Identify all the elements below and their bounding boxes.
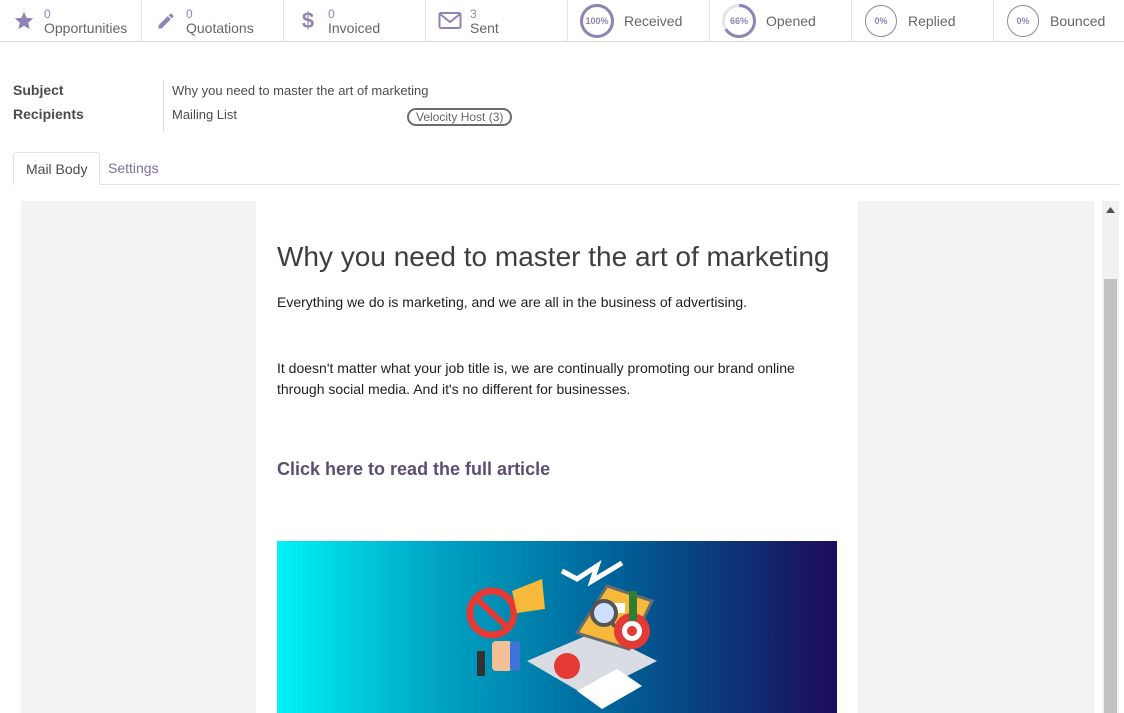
stat-buttons-bar: 0 Opportunities 0 Quotations $ 0 Invoice…	[0, 0, 1124, 42]
stat-opportunities[interactable]: 0 Opportunities	[0, 0, 142, 41]
subject-label: Subject	[13, 82, 64, 98]
mail-heading[interactable]: Why you need to master the art of market…	[277, 241, 829, 273]
replied-gauge: 0%	[864, 4, 898, 38]
subject-value: Why you need to master the art of market…	[172, 83, 429, 98]
stat-received[interactable]: 100% Received	[568, 0, 710, 41]
form-tabs: Mail Body Settings	[13, 152, 1119, 185]
mail-body-editor[interactable]: Why you need to master the art of market…	[21, 201, 1094, 713]
received-gauge: 100%	[580, 3, 614, 38]
opened-gauge: 66%	[722, 3, 756, 38]
gauge-label: Bounced	[1050, 12, 1106, 29]
tab-mail-body[interactable]: Mail Body	[13, 152, 101, 185]
stat-label: Quotations	[186, 19, 254, 36]
stat-sent[interactable]: 3 Sent	[426, 0, 568, 41]
marketing-illustration-icon	[466, 560, 657, 709]
stat-value: 0	[186, 6, 193, 21]
stat-invoiced[interactable]: $ 0 Invoiced	[284, 0, 426, 41]
stat-value: 3	[470, 6, 477, 21]
recipients-label: Recipients	[13, 106, 84, 122]
recipients-value: Mailing List	[172, 107, 238, 122]
stat-value: 0	[44, 6, 51, 21]
field-divider	[163, 80, 164, 132]
stat-label: Sent	[470, 19, 499, 36]
vertical-scrollbar[interactable]	[1102, 201, 1119, 713]
stat-opened[interactable]: 66% Opened	[710, 0, 852, 41]
gauge-label: Opened	[766, 12, 816, 29]
mail-paragraph-2[interactable]: It doesn't matter what your job title is…	[277, 358, 817, 400]
marketing-banner-image[interactable]	[277, 541, 837, 713]
stat-quotations[interactable]: 0 Quotations	[142, 0, 284, 41]
gauge-label: Replied	[908, 12, 956, 29]
scrollbar-thumb[interactable]	[1104, 279, 1117, 713]
stat-replied[interactable]: 0% Replied	[852, 0, 994, 41]
pencil-icon	[154, 9, 178, 33]
recipients-tag[interactable]: Velocity Host (3)	[407, 108, 513, 126]
scroll-up-arrow-icon[interactable]	[1102, 201, 1119, 218]
bounced-gauge: 0%	[1006, 4, 1040, 38]
dollar-icon: $	[301, 7, 315, 33]
read-full-article-link[interactable]: Click here to read the full article	[277, 459, 550, 480]
tab-settings[interactable]: Settings	[96, 152, 171, 185]
stat-label: Invoiced	[328, 19, 381, 36]
stat-bounced[interactable]: 0% Bounced	[994, 0, 1124, 41]
mail-content[interactable]: Why you need to master the art of market…	[256, 201, 858, 713]
envelope-icon	[438, 9, 462, 33]
stat-label: Opportunities	[44, 19, 128, 36]
gauge-label: Received	[624, 12, 683, 29]
star-icon	[12, 9, 36, 33]
mail-paragraph-1[interactable]: Everything we do is marketing, and we ar…	[277, 292, 817, 313]
stat-value: 0	[328, 6, 335, 21]
